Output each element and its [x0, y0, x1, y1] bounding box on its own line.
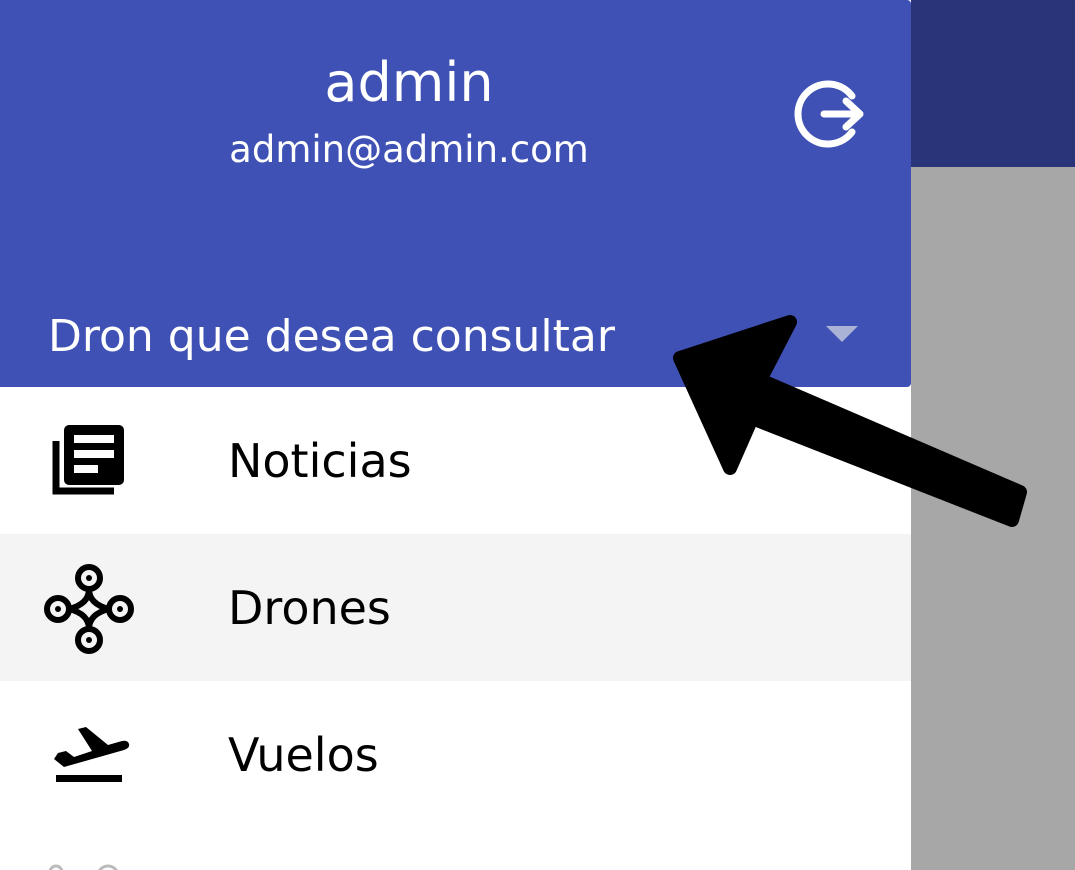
drone-icon	[44, 564, 134, 654]
logout-button[interactable]	[790, 74, 870, 154]
drone-select-label: Dron que desea consultar	[48, 311, 615, 362]
logout-icon	[794, 80, 864, 148]
menu-item-partial-icon	[48, 864, 118, 870]
menu-item-noticias[interactable]: Noticias	[0, 387, 911, 534]
menu-item-drones[interactable]: Drones	[0, 534, 911, 681]
flight-takeoff-icon	[44, 715, 134, 795]
user-email: admin@admin.com	[229, 128, 589, 171]
menu-item-label: Drones	[228, 581, 391, 635]
user-name: admin	[324, 51, 494, 114]
menu-item-partial[interactable]	[0, 828, 911, 870]
chevron-down-icon	[826, 326, 858, 342]
menu-item-vuelos[interactable]: Vuelos	[0, 681, 911, 828]
newspaper-icon	[44, 421, 134, 501]
menu-item-label: Vuelos	[228, 728, 379, 782]
menu-item-label: Noticias	[228, 434, 412, 488]
navigation-drawer: admin admin@admin.com Dron que desea con…	[0, 0, 911, 870]
drawer-header: admin admin@admin.com Dron que desea con…	[0, 0, 911, 387]
drone-select[interactable]: Dron que desea consultar	[0, 300, 911, 372]
